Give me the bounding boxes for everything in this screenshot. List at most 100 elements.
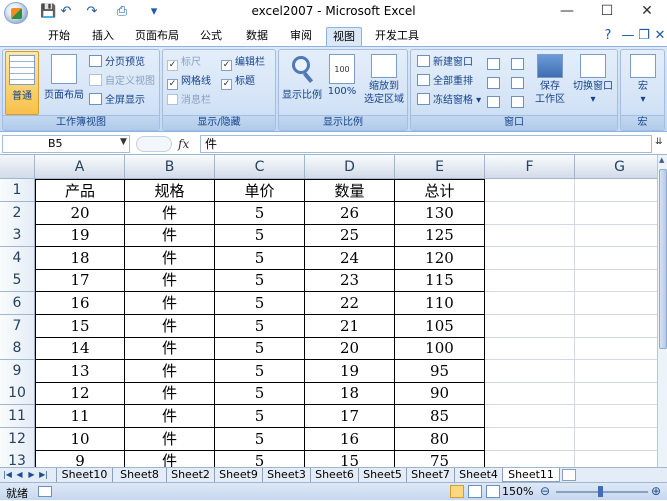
tab-data[interactable]: 数据 bbox=[240, 27, 274, 46]
table-cell[interactable]: 5 bbox=[215, 405, 305, 428]
row-header[interactable]: 4 bbox=[0, 247, 35, 270]
row-header[interactable]: 2 bbox=[0, 202, 35, 225]
tab-home[interactable]: 开始 bbox=[42, 27, 76, 46]
page-layout-view-button[interactable]: 页面布局 bbox=[41, 54, 87, 101]
row-header[interactable]: 9 bbox=[0, 360, 35, 383]
empty-cell[interactable] bbox=[485, 224, 575, 247]
table-cell[interactable]: 25 bbox=[305, 224, 395, 247]
row-header[interactable]: 7 bbox=[0, 315, 35, 338]
macros-button[interactable]: 宏▾ bbox=[625, 54, 661, 106]
zoom-button[interactable]: 显示比例 bbox=[281, 54, 323, 101]
table-cell[interactable]: 13 bbox=[35, 360, 125, 383]
empty-cell[interactable] bbox=[485, 428, 575, 451]
help-icon[interactable]: ? bbox=[600, 28, 616, 44]
row-header[interactable]: 6 bbox=[0, 292, 35, 315]
empty-cell[interactable] bbox=[575, 360, 657, 383]
table-cell[interactable]: 17 bbox=[305, 405, 395, 428]
prev-sheet-icon[interactable]: ◀ bbox=[14, 469, 25, 481]
zoom-level[interactable]: 150% bbox=[502, 485, 533, 498]
empty-cell[interactable] bbox=[575, 382, 657, 405]
name-box-dropdown-icon[interactable]: ▼ bbox=[120, 137, 127, 147]
next-sheet-icon[interactable]: ▶ bbox=[26, 469, 37, 481]
sheet-tab[interactable]: Sheet7 bbox=[406, 468, 454, 482]
column-header-g[interactable]: G bbox=[575, 155, 657, 179]
table-cell[interactable]: 75 bbox=[395, 450, 485, 467]
empty-cell[interactable] bbox=[485, 405, 575, 428]
row-header[interactable]: 5 bbox=[0, 269, 35, 292]
table-cell[interactable]: 5 bbox=[215, 382, 305, 405]
table-cell[interactable]: 20 bbox=[35, 202, 125, 225]
empty-cell[interactable] bbox=[575, 428, 657, 451]
empty-cell[interactable] bbox=[485, 337, 575, 360]
table-cell[interactable]: 件 bbox=[125, 247, 215, 270]
table-cell[interactable]: 85 bbox=[395, 405, 485, 428]
row-header[interactable]: 8 bbox=[0, 337, 35, 360]
expand-formula-bar-icon[interactable]: ⇊ bbox=[655, 137, 663, 147]
table-cell[interactable]: 5 bbox=[215, 224, 305, 247]
sheet-tab[interactable]: Sheet6 bbox=[310, 468, 358, 482]
table-header-cell[interactable]: 单价 bbox=[215, 179, 305, 202]
page-break-status-icon[interactable] bbox=[486, 485, 500, 498]
table-cell[interactable]: 5 bbox=[215, 360, 305, 383]
message-bar-checkbox[interactable]: 消息栏 bbox=[167, 92, 211, 110]
scroll-up-icon[interactable]: ▲ bbox=[659, 156, 664, 164]
table-cell[interactable]: 130 bbox=[395, 202, 485, 225]
table-cell[interactable]: 26 bbox=[305, 202, 395, 225]
full-screen-button[interactable]: 全屏显示 bbox=[89, 92, 145, 110]
gridlines-checkbox[interactable]: ✓网格线 bbox=[167, 73, 211, 91]
table-cell[interactable]: 9 bbox=[35, 450, 125, 467]
empty-cell[interactable] bbox=[485, 382, 575, 405]
table-header-cell[interactable]: 产品 bbox=[35, 179, 125, 202]
table-cell[interactable]: 5 bbox=[215, 450, 305, 467]
empty-cell[interactable] bbox=[575, 247, 657, 270]
empty-cell[interactable] bbox=[575, 405, 657, 428]
table-cell[interactable]: 5 bbox=[215, 428, 305, 451]
zoom-out-icon[interactable]: ⊖ bbox=[540, 484, 550, 498]
sheet-tab[interactable]: Sheet2 bbox=[166, 468, 214, 482]
empty-cell[interactable] bbox=[575, 224, 657, 247]
sheet-tab[interactable]: Sheet11 bbox=[502, 468, 560, 482]
table-cell[interactable]: 95 bbox=[395, 360, 485, 383]
column-header-f[interactable]: F bbox=[485, 155, 575, 179]
workbook-close-icon[interactable]: ✕ bbox=[652, 28, 667, 44]
table-cell[interactable]: 125 bbox=[395, 224, 485, 247]
formula-bar-checkbox[interactable]: ✓编辑栏 bbox=[221, 54, 265, 72]
tab-page-layout[interactable]: 页面布局 bbox=[132, 27, 182, 46]
close-button[interactable]: ✕ bbox=[627, 0, 667, 24]
table-cell[interactable]: 10 bbox=[35, 428, 125, 451]
table-cell[interactable]: 件 bbox=[125, 269, 215, 292]
empty-cell[interactable] bbox=[485, 450, 575, 467]
zoom-to-selection-button[interactable]: 缩放到 选定区域 bbox=[361, 54, 407, 106]
table-cell[interactable]: 5 bbox=[215, 337, 305, 360]
save-workspace-button[interactable]: 保存 工作区 bbox=[533, 54, 567, 106]
table-cell[interactable]: 5 bbox=[215, 292, 305, 315]
empty-cell[interactable] bbox=[575, 450, 657, 467]
vertical-scroll-thumb[interactable] bbox=[659, 169, 667, 349]
empty-cell[interactable] bbox=[485, 315, 575, 338]
table-cell[interactable]: 80 bbox=[395, 428, 485, 451]
table-cell[interactable]: 24 bbox=[305, 247, 395, 270]
row-header[interactable]: 3 bbox=[0, 224, 35, 247]
switch-windows-button[interactable]: 切换窗口▾ bbox=[569, 54, 617, 106]
table-cell[interactable]: 16 bbox=[305, 428, 395, 451]
zoom-100-button[interactable]: 100 100% bbox=[325, 54, 359, 97]
table-cell[interactable]: 19 bbox=[35, 224, 125, 247]
table-header-cell[interactable]: 总计 bbox=[395, 179, 485, 202]
tab-view[interactable]: 视图 bbox=[326, 27, 362, 46]
table-cell[interactable]: 5 bbox=[215, 315, 305, 338]
table-cell[interactable]: 5 bbox=[215, 247, 305, 270]
view-side-by-side-icon[interactable] bbox=[511, 58, 524, 70]
sheet-tab[interactable]: Sheet9 bbox=[214, 468, 262, 482]
table-cell[interactable]: 件 bbox=[125, 382, 215, 405]
zoom-slider-thumb[interactable] bbox=[598, 486, 603, 497]
name-box[interactable]: B5 bbox=[2, 135, 130, 153]
empty-cell[interactable] bbox=[575, 337, 657, 360]
column-header-a[interactable]: A bbox=[35, 155, 125, 179]
empty-cell[interactable] bbox=[575, 269, 657, 292]
sync-scroll-icon[interactable] bbox=[511, 77, 524, 89]
normal-view-button[interactable]: 普通 bbox=[5, 51, 39, 115]
headings-checkbox[interactable]: ✓标题 bbox=[221, 73, 255, 91]
table-cell[interactable]: 14 bbox=[35, 337, 125, 360]
table-cell[interactable]: 120 bbox=[395, 247, 485, 270]
insert-function-icon[interactable]: fx bbox=[178, 137, 189, 151]
